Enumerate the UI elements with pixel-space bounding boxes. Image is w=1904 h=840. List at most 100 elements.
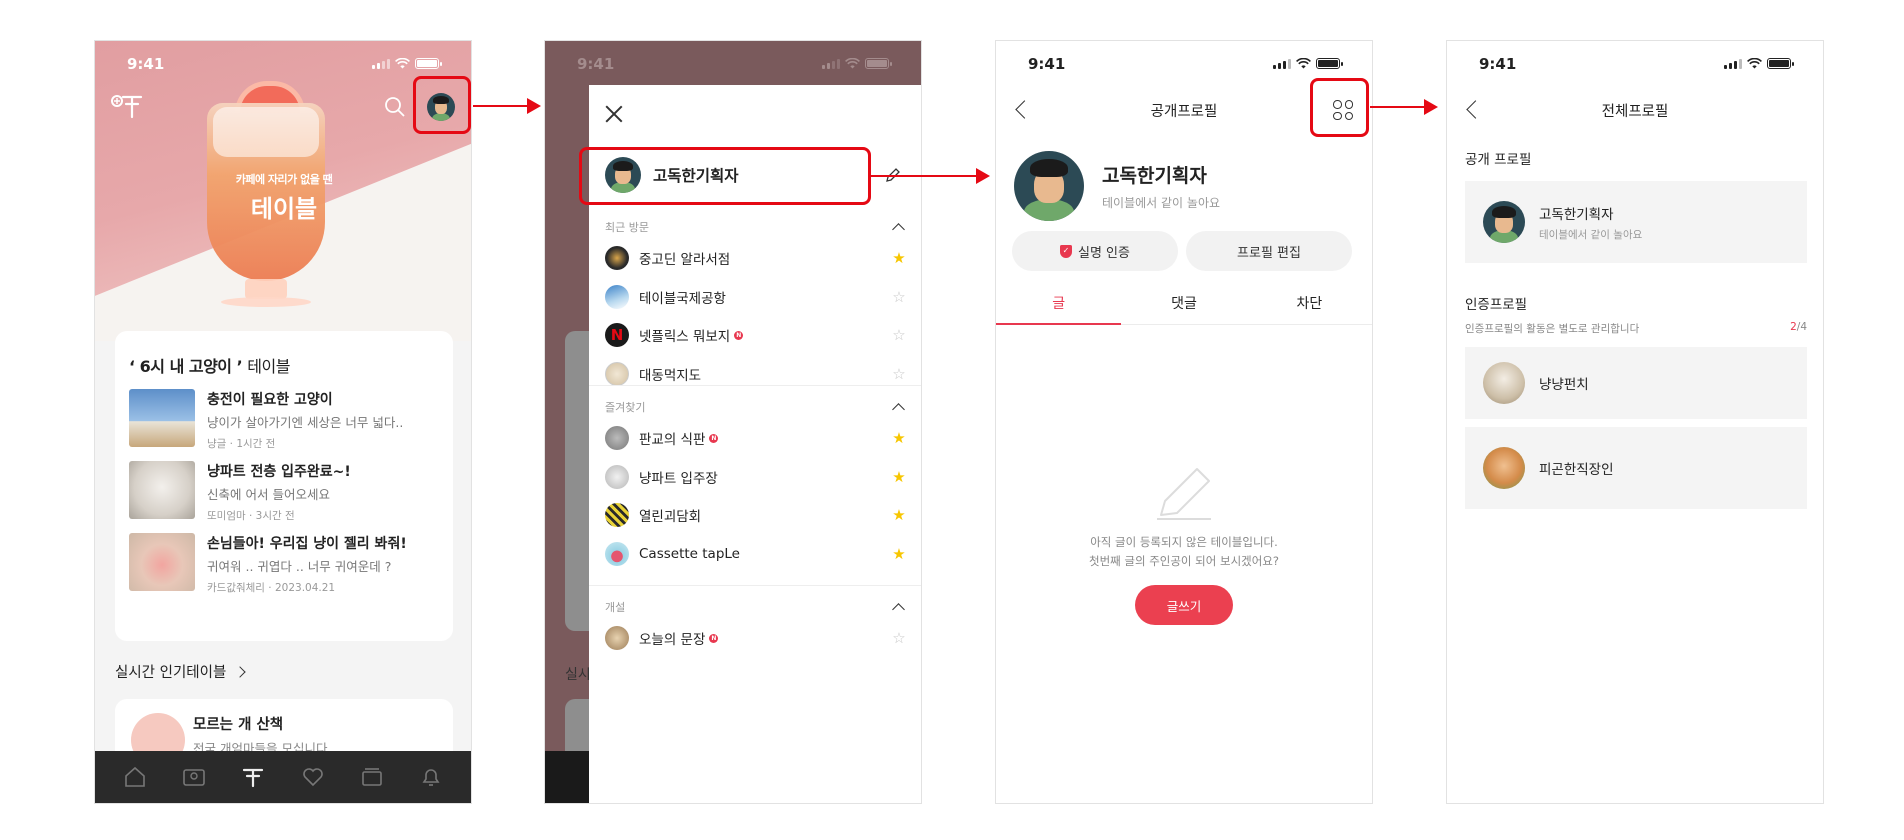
new-badge: N [734, 330, 744, 340]
empty-message: 아직 글이 등록되지 않은 테이블입니다. 첫번째 글의 주인공이 되어 보시겠… [996, 533, 1372, 571]
signal-icon [1273, 58, 1291, 69]
nav-bar: 공개프로필 [996, 85, 1372, 135]
nav-bar: 전체프로필 [1447, 85, 1823, 135]
edit-profile-button[interactable]: 프로필 편집 [1186, 231, 1352, 271]
glass-base [221, 297, 311, 307]
verify-button[interactable]: ✓ 실명 인증 [1012, 231, 1178, 271]
hero-title: 테이블 [250, 195, 318, 223]
battery-icon [1767, 57, 1794, 69]
card-title-quote: ‘ 6시 내 고양이 ’ [129, 357, 243, 376]
profile-header: 고독한기획자 테이블에서 같이 놀아요 [1014, 151, 1220, 221]
grid-menu-icon[interactable] [1328, 95, 1358, 125]
drawer-screen: 실시 9:41 고독한기획자 최근 방문 중고딘 알라서점 ★ 테이블국제공항 ☆ … [544, 40, 922, 804]
search-icon[interactable] [383, 95, 407, 119]
public-profile-card[interactable]: 고독한기획자 테이블에서 같이 놀아요 [1465, 181, 1807, 263]
popular-tables-link[interactable]: 실시간 인기테이블 [115, 661, 247, 682]
my-profile-row[interactable]: 고독한기획자 [605, 157, 739, 193]
tab-comments[interactable]: 댓글 [1121, 281, 1246, 324]
table-feed-card[interactable]: ‘ 6시 내 고양이 ’ 테이블 충전이 필요한 고양이 냥이가 살아가기엔 세… [115, 331, 453, 641]
drawer-item[interactable]: 냥파트 입주장 ★ [605, 458, 907, 497]
back-arrow-icon[interactable] [1466, 100, 1485, 119]
hero-banner[interactable]: 카페에 자리가 없을 땐 테이블 [95, 41, 471, 341]
side-drawer: 고독한기획자 최근 방문 중고딘 알라서점 ★ 테이블국제공항 ☆ N 넷플릭스 뭐보… [589, 85, 921, 803]
status-bar: 9:41 [95, 41, 471, 85]
drawer-item[interactable]: N 넷플릭스 뭐보지 N ☆ [605, 316, 907, 355]
table-icon [605, 541, 629, 566]
back-arrow-icon[interactable] [1015, 100, 1034, 119]
heart-icon[interactable] [300, 764, 326, 790]
archive-icon[interactable] [359, 764, 385, 790]
status-time: 9:41 [1028, 55, 1066, 73]
drawer-item[interactable]: 중고딘 알라서점 ★ [605, 239, 907, 278]
chevron-up-icon[interactable] [892, 603, 905, 616]
profile-avatar-button[interactable] [427, 93, 455, 121]
drawer-item[interactable]: 대동먹지도 ☆ [605, 355, 907, 394]
post-meta: 또미엄마 · 3시간 전 [207, 510, 295, 522]
verified-profile-card[interactable]: 피곤한직장인 [1465, 427, 1807, 509]
tab-posts[interactable]: 글 [996, 281, 1122, 325]
popular-tables-title: 실시간 인기테이블 [115, 665, 227, 681]
battery-icon [865, 57, 892, 69]
status-icons [372, 55, 442, 71]
star-outline-icon[interactable]: ☆ [891, 326, 907, 344]
star-filled-icon[interactable]: ★ [891, 506, 907, 524]
chevron-right-icon [234, 665, 247, 678]
drawer-item-label: 오늘의 문장 [639, 632, 706, 649]
drawer-item[interactable]: 열린괴담회 ★ [605, 496, 907, 535]
post-item[interactable]: 손님들아! 우리집 냥이 젤리 봐줘! 귀여워 .. 귀엽다 .. 너무 귀여운… [129, 533, 439, 594]
cat-avatar [1483, 362, 1525, 404]
drawer-item[interactable]: 테이블국제공항 ☆ [605, 278, 907, 317]
verify-label: 실명 인증 [1078, 245, 1130, 261]
verified-profile-name: 냥냥펀치 [1539, 377, 1589, 393]
divider [589, 585, 921, 586]
drawer-item[interactable]: 오늘의 문장 N ☆ [605, 619, 907, 658]
status-icons [1724, 55, 1794, 71]
profile-tabs: 글 댓글 차단 [996, 281, 1372, 325]
star-filled-icon[interactable]: ★ [891, 468, 907, 486]
table-logo-icon[interactable] [109, 91, 145, 121]
favorites-header[interactable]: 즐겨찾기 [605, 395, 907, 419]
tab-blocked[interactable]: 차단 [1247, 281, 1372, 324]
post-item[interactable]: 충전이 필요한 고양이 냥이가 살아가기엔 세상은 너무 넓다.. 냥글 · 1… [129, 389, 439, 450]
star-outline-icon[interactable]: ☆ [891, 288, 907, 306]
avatar [1014, 151, 1084, 221]
public-profile-screen: 9:41 공개프로필 고독한기획자 테이블에서 같이 놀아요 ✓ 실명 인증 프로… [995, 40, 1373, 804]
table-icon: N [605, 323, 629, 348]
recent-header[interactable]: 최근 방문 [605, 215, 907, 239]
drawer-item[interactable]: 판교의 식판 N ★ [605, 419, 907, 458]
verified-section-sub: 인증프로필의 활동은 별도로 관리합니다 2/4 [1465, 321, 1807, 336]
post-meta: 카드값줘체리 · 2023.04.21 [207, 582, 336, 594]
page-title: 공개프로필 [1150, 103, 1218, 120]
write-button[interactable]: 글쓰기 [1135, 585, 1233, 625]
drawer-item-label: Cassette tapLe [639, 545, 740, 562]
signal-icon [822, 58, 840, 69]
star-outline-icon[interactable]: ☆ [891, 365, 907, 383]
glass-stem [245, 279, 287, 299]
close-icon[interactable] [605, 105, 623, 123]
verified-profile-card[interactable]: 냥냥펀치 [1465, 347, 1807, 419]
popular-table-title: 모르는 개 산책 [193, 717, 284, 733]
post-item[interactable]: 냥파트 전층 입주완료~! 신축에 어서 들어오세요 또미엄마 · 3시간 전 [129, 461, 439, 522]
home-icon[interactable] [122, 764, 148, 790]
star-filled-icon[interactable]: ★ [891, 429, 907, 447]
empty-line-1: 아직 글이 등록되지 않은 테이블입니다. [1090, 535, 1278, 549]
post-title: 냥파트 전층 입주완료~! [207, 464, 351, 480]
star-filled-icon[interactable]: ★ [891, 249, 907, 267]
star-filled-icon[interactable]: ★ [891, 545, 907, 563]
drawer-item[interactable]: Cassette tapLe ★ [605, 535, 907, 574]
card-title: ‘ 6시 내 고양이 ’ 테이블 [129, 353, 439, 377]
table-icon [605, 284, 629, 309]
chevron-up-icon[interactable] [892, 223, 905, 236]
hero-text: 카페에 자리가 없을 땐 테이블 [95, 171, 471, 224]
created-header[interactable]: 개설 [605, 595, 907, 619]
profile-card-icon[interactable] [181, 764, 207, 790]
verified-section-label: 인증프로필 [1465, 297, 1528, 313]
star-outline-icon[interactable]: ☆ [891, 629, 907, 647]
edit-profile-label: 프로필 편집 [1237, 245, 1301, 261]
table-tab-icon[interactable] [240, 764, 266, 790]
person-avatar [1483, 447, 1525, 489]
chevron-up-icon[interactable] [892, 403, 905, 416]
post-thumbnail-cat-white [129, 461, 195, 519]
bell-icon[interactable] [418, 764, 444, 790]
avatar [605, 157, 641, 193]
